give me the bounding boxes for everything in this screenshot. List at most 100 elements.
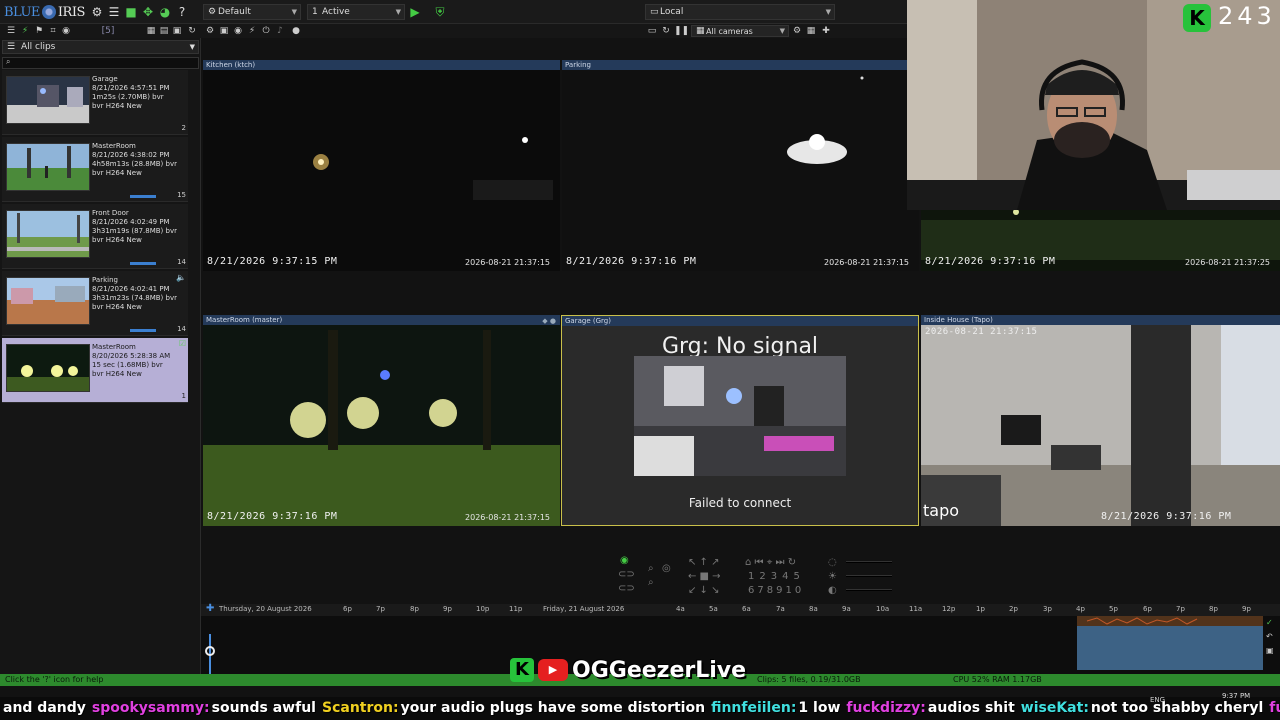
streamer-webcam [907, 0, 1280, 210]
sun-icon[interactable]: ☀ [828, 571, 837, 582]
settings-icon[interactable]: ⚙ [204, 25, 216, 37]
clip-item[interactable]: MasterRoom 8/21/2026 4:38:02 PM 4h58m13s… [2, 137, 188, 202]
timeline-tick-label: 8p [1209, 605, 1218, 613]
lightning-icon[interactable]: ⚡ [19, 25, 31, 37]
zoom-in-icon[interactable]: ⌕ [648, 563, 654, 574]
microphone-icon[interactable]: ● [290, 25, 302, 37]
refresh-icon[interactable]: ↻ [186, 25, 198, 37]
power-icon[interactable]: ⏻ [260, 25, 272, 37]
clip-thumbnail [6, 277, 90, 325]
stream-branding: K ▶ OGGeezerLive [510, 656, 746, 684]
camera-title-bar: Kitchen (ktch) [203, 60, 560, 70]
clips-filter-dropdown[interactable]: ☰ All clips ▼ [2, 40, 199, 54]
crop-icon[interactable]: ⌗ [47, 25, 59, 37]
contrast-slider[interactable] [846, 589, 892, 591]
gear-icon[interactable]: ⚙ [89, 4, 105, 20]
menu-icon[interactable]: ☰ [5, 25, 17, 37]
preset-row-2[interactable]: 678910 [748, 585, 804, 596]
help-icon[interactable]: ? [174, 4, 190, 20]
brightness-icon[interactable]: ◌ [828, 557, 837, 568]
toggle-icon[interactable]: ⊂⊃ [618, 569, 635, 580]
ptz-home-icon[interactable]: ⌂ ⏮ ⌖ ⏭ ↻ [745, 557, 796, 568]
timeline-tick-label: 8a [809, 605, 818, 613]
timeline-side-controls: ✓ ↶ ▣ [1264, 616, 1278, 674]
camera-group-dropdown[interactable]: ▦ All cameras ▼ [691, 25, 789, 37]
chat-username: fuckdizzy: [1269, 700, 1280, 716]
timeline-handle[interactable] [205, 646, 215, 656]
contrast-icon[interactable]: ◐ [828, 585, 837, 596]
settings-small-icon: ⚙ [208, 7, 217, 17]
clip-item[interactable]: Garage 8/21/2026 4:57:51 PM 1m25s (2.70M… [2, 70, 188, 135]
camera-tile-masterroom[interactable]: MasterRoom (master) ◆ ● 8/21/2026 9:37:1… [203, 315, 560, 526]
inside-house-video [921, 325, 1280, 526]
add-icon[interactable]: ✚ [206, 603, 214, 614]
pause-icon[interactable]: ❚❚ [674, 25, 689, 37]
pan-center-icon[interactable]: ← ■ → [688, 571, 721, 582]
list-icon[interactable]: ☰ [106, 4, 122, 20]
chat-text: audios shit [927, 700, 1015, 716]
layout-settings-icon[interactable]: ⚙ [791, 25, 803, 37]
toggle-icon[interactable]: ⊂⊃ [618, 583, 635, 594]
speaker-icon[interactable]: ♪ [274, 25, 286, 37]
clip-item[interactable]: Front Door 8/21/2026 4:02:49 PM 3h31m19s… [2, 204, 188, 269]
chat-message: and dandy [0, 700, 86, 716]
trash-icon[interactable]: ▣ [171, 25, 183, 37]
undo-icon[interactable]: ↶ [1266, 632, 1273, 641]
eye-icon[interactable]: ◎ [662, 563, 671, 574]
clip-item[interactable]: MasterRoom 8/20/2026 5:28:38 AM 15 sec (… [2, 338, 188, 403]
check-icon[interactable]: ✓ [1266, 618, 1273, 627]
chart-icon[interactable]: ◕ [157, 4, 173, 20]
layout-grid-icon[interactable]: ▦ [805, 25, 817, 37]
camera-tile-parking[interactable]: Parking 8/21/2026 9:37:16 PM 2026-08-21 … [562, 60, 919, 271]
timeline-tick-label: 4p [1076, 605, 1085, 613]
flag-icon[interactable]: ⚑ [33, 25, 45, 37]
calendar-icon[interactable]: ▦ [145, 25, 157, 37]
server-dropdown[interactable]: ▭ Local ▼ [645, 4, 835, 20]
secondary-toolbar: ☰ ⚡ ⚑ ⌗ ◉ [5] ▦ ▤ ▣ ↻ ⚙ ▣ ◉ ⚡ ⏻ ♪ ● ▭ ↻ … [0, 24, 907, 38]
sharpness-slider[interactable] [846, 575, 892, 577]
youtube-logo-icon: ▶ [538, 659, 568, 681]
pan-down-icon[interactable]: ↙ ↓ ↘ [688, 585, 720, 596]
camera-title-bar: Inside House (Tapo) [921, 315, 1280, 325]
image-icon[interactable]: ▣ [218, 25, 230, 37]
preset-row-1[interactable]: 12345 [748, 571, 805, 582]
camera-tile-inside-house[interactable]: Inside House (Tapo) 2026-08-21 21:37:15 … [921, 315, 1280, 526]
camera-add-icon[interactable]: ■ [123, 4, 139, 20]
timeline-recorded-region[interactable] [1077, 616, 1263, 670]
chat-message: spookysammy: sounds awful [86, 700, 316, 716]
kitchen-video [203, 70, 560, 271]
clip-thumbnail [6, 210, 90, 258]
timeline-header: ✚ Thursday, 20 August 2026 6p 7p 8p 9p 10p 11p… [201, 603, 1280, 616]
schedule-dropdown[interactable]: 1 Active ▼ [307, 4, 405, 20]
clips-search-input[interactable]: ⌕ [2, 57, 199, 69]
zoom-icon[interactable]: ▣ [1266, 646, 1274, 655]
cycle-icon[interactable]: ↻ [660, 25, 672, 37]
play-icon[interactable]: ▶ [407, 4, 423, 20]
shield-check-icon[interactable]: ⛨ [432, 4, 448, 20]
trigger-icon[interactable]: ⚡ [246, 25, 258, 37]
clip-progress-bar [130, 329, 156, 332]
move-icon[interactable]: ✥ [140, 4, 156, 20]
zoom-out-icon[interactable]: ⌕ [648, 577, 654, 588]
timeline-zoom-slider[interactable] [209, 634, 211, 678]
brightness-slider[interactable] [846, 561, 892, 563]
main-toolbar: BLUE IRIS ⚙ ☰ ■ ✥ ◕ ? ⚙ Default ▼ 1 Acti… [0, 0, 907, 24]
camera-tile-yard[interactable]: 8/21/2026 9:37:16 PM 2026-08-21 21:37:25 [921, 210, 1280, 271]
profile-dropdown[interactable]: ⚙ Default ▼ [203, 4, 301, 20]
timeline-tick-label: 11p [509, 605, 523, 613]
record-icon[interactable]: ◉ [232, 25, 244, 37]
grid-icon[interactable]: ▤ [158, 25, 170, 37]
more-icon[interactable]: ◉ [60, 25, 72, 37]
add-icon[interactable]: ✚ [820, 25, 832, 37]
camera-tile-garage[interactable]: Garage (Grg) Grg: No signal Failed to co… [561, 315, 919, 526]
monitor-icon[interactable]: ▭ [646, 25, 658, 37]
timeline-tick-label: 5p [1109, 605, 1118, 613]
timeline-tick-label: 4a [676, 605, 685, 613]
pan-up-icon[interactable]: ↖ ↑ ↗ [688, 557, 720, 568]
clip-item[interactable]: Parking 8/21/2026 4:02:41 PM 3h31m23s (7… [2, 271, 188, 336]
chat-message: fuckdizzy:fix it old man [1263, 700, 1280, 716]
camera-tile-kitchen[interactable]: Kitchen (ktch) 8/21/2026 9:37:15 PM 2026… [203, 60, 560, 271]
kick-logo-icon: K [1183, 4, 1211, 32]
list-icon: ☰ [7, 42, 16, 52]
masterroom-video [203, 325, 560, 526]
